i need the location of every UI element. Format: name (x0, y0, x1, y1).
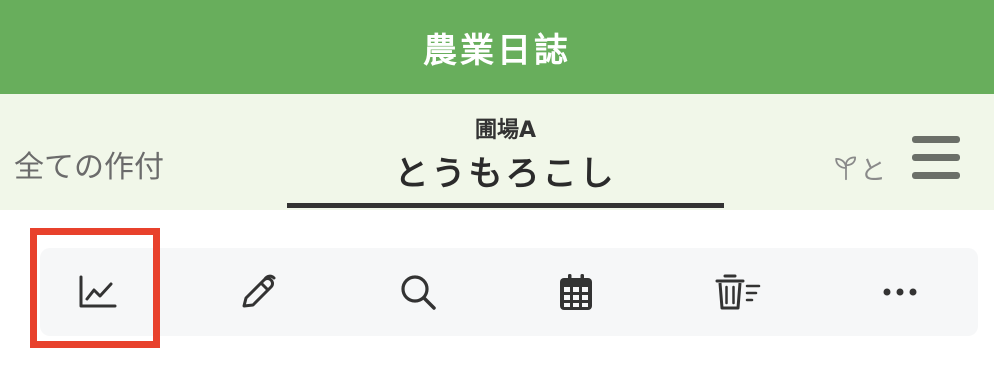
tab-crop-name: とうもろこし (394, 154, 617, 194)
tab-field-name: 圃場A (474, 118, 537, 143)
selection-highlight (30, 228, 160, 348)
app-root: 農業日誌 全ての作付 圃場A とうもろこし と (0, 0, 994, 388)
app-header: 農業日誌 (0, 0, 994, 94)
search-icon (401, 275, 436, 310)
search-button[interactable] (368, 248, 468, 336)
pen-icon (242, 274, 276, 308)
edit-button[interactable] (208, 248, 308, 336)
delete-button[interactable] (688, 248, 788, 336)
tab-current-crop[interactable]: 圃場A とうもろこし (287, 108, 724, 210)
calendar-icon (560, 274, 592, 310)
more-horizontal-icon (883, 288, 917, 296)
crop-tab-bar: 全ての作付 圃場A とうもろこし と (0, 94, 994, 210)
sprout-icon (835, 156, 857, 181)
tab-all-crops[interactable]: 全ての作付 (14, 142, 164, 186)
active-tab-indicator (287, 203, 724, 208)
tab-next-label-fragment: と (859, 155, 886, 186)
calendar-button[interactable] (526, 248, 626, 336)
app-title: 農業日誌 (423, 30, 571, 71)
trash-list-icon (715, 274, 761, 310)
hamburger-menu-icon[interactable] (908, 130, 964, 182)
action-toolbar (40, 248, 978, 336)
more-button[interactable] (850, 248, 950, 336)
tab-next-crop[interactable]: と (834, 148, 886, 188)
